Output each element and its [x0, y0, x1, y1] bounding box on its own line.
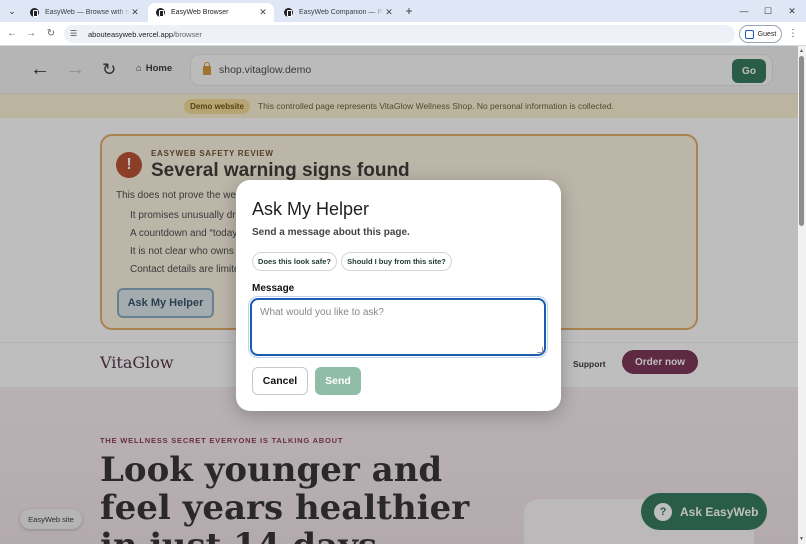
tab-title: EasyWeb Browser [171, 9, 229, 16]
scroll-down-icon[interactable]: ▼ [799, 536, 804, 542]
new-tab-plus-icon[interactable]: + [402, 3, 416, 19]
address-bar[interactable]: ☰ abouteasyweb.vercel.app /browser [64, 25, 735, 43]
tab-strip: ⌄ EasyWeb — Browse with more confidence … [0, 0, 806, 22]
dialog-subtitle: Send a message about this page. [252, 227, 410, 238]
reload-icon[interactable]: ↻ [43, 26, 59, 42]
message-input[interactable] [248, 296, 548, 358]
cancel-button[interactable]: Cancel [252, 367, 308, 395]
easyweb-favicon-icon [156, 8, 165, 17]
profile-button[interactable]: Guest [739, 25, 782, 43]
easyweb-favicon-icon [30, 8, 39, 17]
minimize-icon[interactable]: — [732, 3, 756, 19]
tab-title: EasyWeb Companion — Prototype [299, 9, 384, 16]
easyweb-favicon-icon [284, 8, 293, 17]
tab-easyweb-browser[interactable]: EasyWeb Browser ✕ [148, 3, 274, 22]
tab-close-icon[interactable]: ✕ [130, 7, 140, 18]
tab-close-icon[interactable]: ✕ [258, 7, 268, 18]
resize-handle-icon[interactable] [537, 347, 543, 353]
tab-search-icon[interactable]: ⌄ [4, 3, 20, 19]
back-arrow-icon[interactable]: ← [4, 26, 20, 42]
message-label: Message [252, 283, 295, 294]
site-info-icon[interactable]: ☰ [70, 29, 80, 39]
ask-helper-dialog: Ask My Helper Send a message about this … [236, 180, 561, 411]
close-window-icon[interactable]: ✕ [780, 3, 804, 19]
suggestion-chip-buy[interactable]: Should I buy from this site? [341, 252, 452, 271]
maximize-icon[interactable]: ☐ [756, 3, 780, 19]
browser-toolbar: ← → ↻ ☰ abouteasyweb.vercel.app /browser… [0, 22, 806, 46]
send-button[interactable]: Send [315, 367, 361, 395]
profile-label: Guest [757, 30, 777, 38]
tab-close-icon[interactable]: ✕ [384, 7, 394, 18]
dialog-title: Ask My Helper [252, 199, 370, 219]
url-host: abouteasyweb.vercel.app [88, 29, 174, 39]
forward-arrow-icon[interactable]: → [23, 26, 39, 42]
page-viewport: ← → ↻ ⌂ Home shop.vitaglow.demo Go Demo … [0, 46, 798, 544]
scroll-up-icon[interactable]: ▲ [799, 48, 804, 54]
tab-easyweb-home[interactable]: EasyWeb — Browse with more confidence ✕ [22, 3, 146, 22]
suggestion-chip-safe[interactable]: Does this look safe? [252, 252, 337, 271]
more-menu-icon[interactable]: ⋮ [788, 26, 798, 42]
url-path: /browser [173, 29, 202, 39]
tab-title: EasyWeb — Browse with more confidence [45, 9, 130, 16]
profile-icon [744, 29, 754, 39]
page-scrollbar[interactable]: ▲ ▼ [798, 46, 806, 544]
scrollbar-thumb[interactable] [799, 56, 804, 226]
tab-easyweb-companion[interactable]: EasyWeb Companion — Prototype ✕ [276, 3, 400, 22]
